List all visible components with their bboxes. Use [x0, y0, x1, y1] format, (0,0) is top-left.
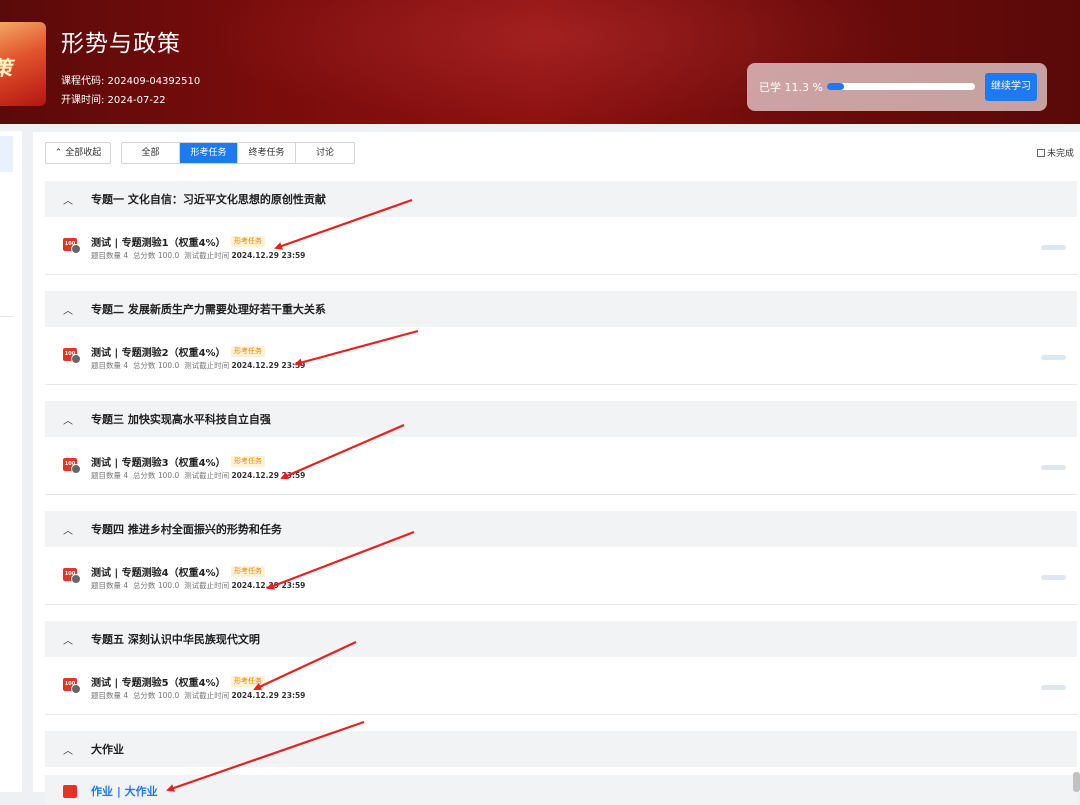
chevron-up-icon[interactable]: ︿	[45, 522, 91, 537]
course-header: 策 形势与政策 课程代码: 202409-04392510 开课时间: 2024…	[0, 0, 1080, 124]
section-header[interactable]: ︿ 专题一 文化自信：习近平文化思想的原创性贡献	[45, 181, 1077, 217]
chevron-up-icon[interactable]: ︿	[45, 632, 91, 647]
section-title: 专题四 推进乡村全面振兴的形势和任务	[91, 523, 282, 536]
item-name[interactable]: 作业 | 大作业	[91, 783, 158, 799]
item-name[interactable]: 测试 | 专题测验5（权重4%）	[91, 674, 226, 689]
quiz-locked-icon: 100	[63, 348, 81, 364]
status-indicator	[1041, 355, 1066, 360]
collapse-all-button[interactable]: ⌃ 全部收起	[45, 142, 111, 164]
checkbox-icon[interactable]	[1037, 148, 1045, 157]
section-title: 专题五 深刻认识中华民族现代文明	[91, 633, 260, 646]
item-name[interactable]: 测试 | 专题测验1（权重4%）	[91, 234, 226, 249]
progress-bar-fill	[827, 83, 844, 90]
tab-all[interactable]: 全部	[122, 143, 180, 163]
progress-label: 已学 11.3 %	[759, 81, 823, 94]
item-name[interactable]: 测试 | 专题测验2（权重4%）	[91, 344, 226, 359]
status-indicator	[1041, 245, 1066, 250]
section-header[interactable]: ︿ 专题二 发展新质生产力需要处理好若干重大关系	[45, 291, 1077, 327]
progress-panel: 已学 11.3 % 继续学习	[747, 63, 1047, 111]
incomplete-filter-checkbox[interactable]: 未完成	[1037, 146, 1074, 159]
list-item[interactable]: 100 测试 | 专题测验5（权重4%） 形考任务 题目数量 4 总分数 100…	[45, 657, 1077, 715]
task-type-badge: 形考任务	[231, 566, 265, 577]
status-indicator	[1041, 575, 1066, 580]
progress-bar	[827, 83, 975, 90]
list-item[interactable]: 100 测试 | 专题测验4（权重4%） 形考任务 题目数量 4 总分数 100…	[45, 547, 1077, 605]
tab-discussion[interactable]: 讨论	[296, 143, 354, 163]
chevron-up-icon[interactable]: ︿	[45, 412, 91, 427]
item-name[interactable]: 测试 | 专题测验3（权重4%）	[91, 454, 226, 469]
task-list-panel: ⌃ 全部收起 全部 形考任务 终考任务 讨论 未完成 ︿ 专题一 文化自信：习近平…	[33, 132, 1080, 805]
course-title: 形势与政策	[61, 31, 181, 57]
course-open-date: 开课时间: 2024-07-22	[61, 95, 166, 106]
quiz-locked-icon: 100	[63, 568, 81, 584]
chevron-up-icon[interactable]: ︿	[45, 302, 91, 317]
course-code: 课程代码: 202409-04392510	[61, 76, 201, 87]
task-type-badge: 形考任务	[231, 456, 265, 467]
chevron-up-icon[interactable]: ︿	[45, 742, 91, 757]
list-item[interactable]: 100 测试 | 专题测验1（权重4%） 形考任务 题目数量 4 总分数 100…	[45, 217, 1077, 275]
section-title: 专题二 发展新质生产力需要处理好若干重大关系	[91, 303, 326, 316]
status-indicator	[1041, 685, 1066, 690]
item-meta: 题目数量 4 总分数 100.0 测试截止时间 2024.12.29 23:59	[91, 581, 306, 590]
tab-final-tasks[interactable]: 终考任务	[238, 143, 296, 163]
filter-tabs: 全部 形考任务 终考任务 讨论	[121, 142, 355, 164]
item-meta: 题目数量 4 总分数 100.0 测试截止时间 2024.12.29 23:59	[91, 471, 306, 480]
section-title: 大作业	[91, 743, 124, 756]
sidebar-selected-item[interactable]	[0, 136, 13, 172]
item-meta: 题目数量 4 总分数 100.0 测试截止时间 2024.12.29 23:59	[91, 251, 306, 260]
sidebar-divider	[0, 316, 14, 317]
quiz-locked-icon: 100	[63, 678, 81, 694]
item-meta: 题目数量 4 总分数 100.0 测试截止时间 2024.12.29 23:59	[91, 361, 306, 370]
section-title: 专题三 加快实现高水平科技自立自强	[91, 413, 271, 426]
section-header[interactable]: ︿ 专题三 加快实现高水平科技自立自强	[45, 401, 1077, 437]
task-type-badge: 形考任务	[231, 236, 265, 247]
list-item[interactable]: 100 测试 | 专题测验2（权重4%） 形考任务 题目数量 4 总分数 100…	[45, 327, 1077, 385]
incomplete-label: 未完成	[1047, 149, 1075, 159]
section-header[interactable]: ︿ 大作业	[45, 731, 1077, 767]
left-sidebar	[0, 131, 22, 792]
list-item[interactable]: 作业 | 大作业	[45, 775, 1077, 805]
section-header[interactable]: ︿ 专题五 深刻认识中华民族现代文明	[45, 621, 1077, 657]
course-cover-image: 策	[0, 22, 46, 106]
list-item[interactable]: 100 测试 | 专题测验3（权重4%） 形考任务 题目数量 4 总分数 100…	[45, 437, 1077, 495]
tab-formative-tasks[interactable]: 形考任务	[180, 143, 238, 163]
quiz-locked-icon: 100	[63, 238, 81, 254]
task-type-badge: 形考任务	[231, 676, 265, 687]
section-title: 专题一 文化自信：习近平文化思想的原创性贡献	[91, 193, 326, 206]
task-type-badge: 形考任务	[231, 346, 265, 357]
status-indicator	[1041, 465, 1066, 470]
chevron-up-icon[interactable]: ︿	[45, 192, 91, 207]
quiz-locked-icon: 100	[63, 458, 81, 474]
item-name[interactable]: 测试 | 专题测验4（权重4%）	[91, 564, 226, 579]
scrollbar[interactable]	[1073, 772, 1080, 792]
item-meta: 题目数量 4 总分数 100.0 测试截止时间 2024.12.29 23:59	[91, 691, 306, 700]
section-header[interactable]: ︿ 专题四 推进乡村全面振兴的形势和任务	[45, 511, 1077, 547]
continue-study-button[interactable]: 继续学习	[985, 73, 1037, 101]
cover-text: 策	[0, 52, 12, 81]
